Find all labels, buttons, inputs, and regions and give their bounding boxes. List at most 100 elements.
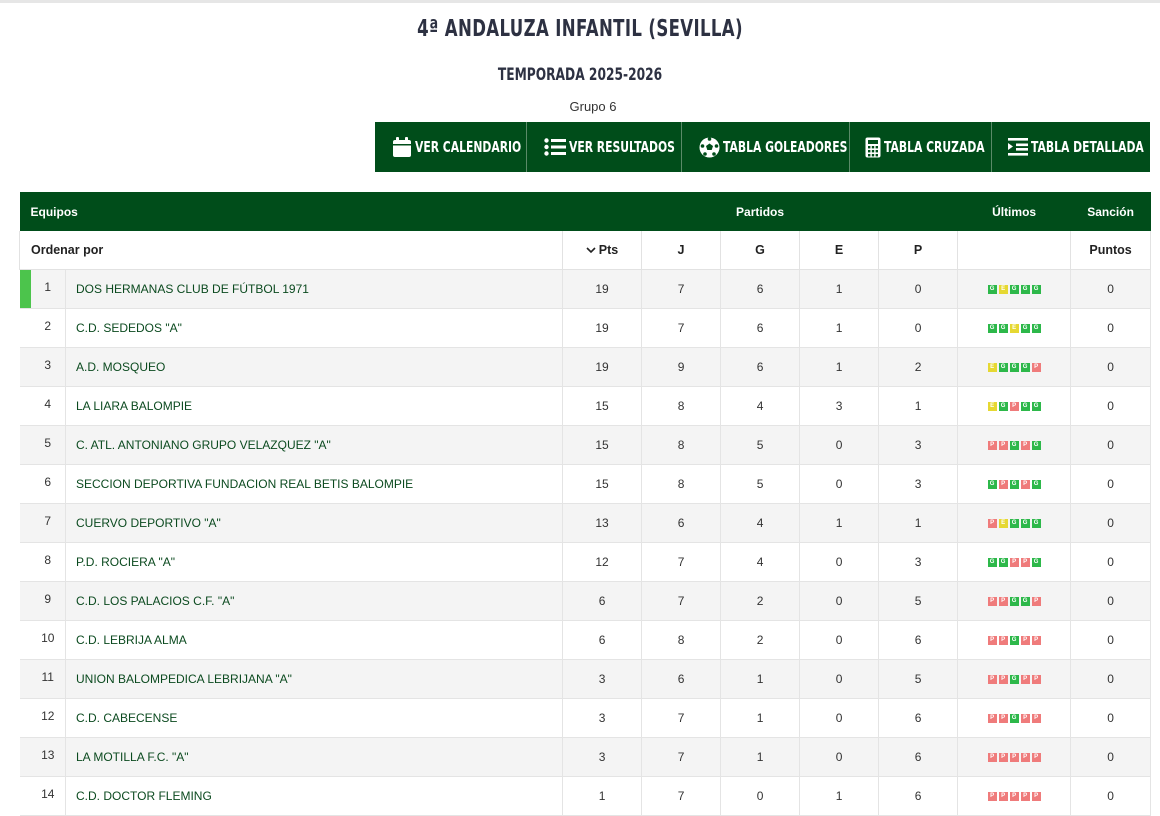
sanction-cell: 0 (1070, 386, 1152, 426)
chevron-down-icon (586, 246, 596, 253)
drawn-cell: 1 (799, 503, 880, 543)
result-badge: P (1020, 753, 1030, 763)
detailed-table-icon (1007, 138, 1028, 156)
sort-g-header[interactable]: G (720, 231, 801, 270)
team-name-link[interactable]: LA MOTILLA F.C. "A" (65, 737, 564, 777)
page-title: 4ª ANDALUZA INFANTIL (SEVILLA) (417, 16, 743, 42)
result-badge: G (998, 402, 1008, 412)
drawn-cell: 0 (799, 464, 880, 504)
result-badge: G (1020, 324, 1030, 334)
result-badge: G (1009, 285, 1019, 295)
team-name-link[interactable]: UNION BALOMPEDICA LEBRIJANA "A" (65, 659, 564, 699)
sort-j-header[interactable]: J (641, 231, 722, 270)
table-row: 1 DOS HERMANAS CLUB DE FÚTBOL 1971 19 7 6 1 0 G… (19, 269, 1152, 309)
position-cell: 14 (30, 776, 66, 816)
detailed-table-button[interactable]: TABLA DETALLADA (992, 122, 1150, 172)
last-results-cell: EGGGP (957, 347, 1072, 387)
points-cell: 3 (562, 737, 643, 777)
position-cell: 13 (30, 737, 66, 777)
sort-p-header[interactable]: P (878, 231, 959, 270)
result-badge: G (1009, 636, 1019, 646)
position-cell: 6 (30, 464, 66, 504)
sort-e-header[interactable]: E (799, 231, 880, 270)
team-name-link[interactable]: C.D. SEDEDOS "A" (65, 308, 564, 348)
drawn-cell: 0 (799, 737, 880, 777)
played-cell: 7 (641, 698, 722, 738)
result-badge: P (1031, 792, 1041, 802)
row-marker (19, 386, 31, 426)
result-badge: P (1020, 441, 1030, 451)
scorers-table-label: TABLA GOLEADORES (722, 138, 847, 156)
result-badge: G (1009, 480, 1019, 490)
result-badge: G (1020, 363, 1030, 373)
last-results-badges: PPGPP (987, 675, 1041, 685)
played-cell: 8 (641, 425, 722, 465)
result-badge: P (987, 597, 997, 607)
last-results-cell: GPGPG (957, 464, 1072, 504)
result-badge: P (998, 441, 1008, 451)
result-badge: G (1009, 714, 1019, 724)
team-name-link[interactable]: A.D. MOSQUEO (65, 347, 564, 387)
won-cell: 1 (720, 659, 801, 699)
points-cell: 15 (562, 386, 643, 426)
won-cell: 2 (720, 620, 801, 660)
calculator-icon (865, 137, 881, 157)
row-marker (19, 659, 31, 699)
result-badge: P (1020, 480, 1030, 490)
team-name-link[interactable]: C.D. DOCTOR FLEMING (65, 776, 564, 816)
row-marker (19, 581, 31, 621)
lost-cell: 3 (878, 542, 959, 582)
team-name-link[interactable]: LA LIARA BALOMPIE (65, 386, 564, 426)
view-results-button[interactable]: VER RESULTADOS (527, 122, 682, 172)
position-cell: 9 (30, 581, 66, 621)
drawn-cell: 1 (799, 269, 880, 309)
played-cell: 7 (641, 542, 722, 582)
view-calendar-button[interactable]: VER CALENDARIO (375, 122, 527, 172)
played-cell: 7 (641, 776, 722, 816)
scorers-table-button[interactable]: TABLA GOLEADORES (682, 122, 850, 172)
table-row: 7 CUERVO DEPORTIVO "A" 13 6 4 1 1 P E G G G 0 (19, 503, 1152, 543)
points-cell: 12 (562, 542, 643, 582)
detailed-table-label: TABLA DETALLADA (1030, 138, 1144, 156)
row-marker (19, 698, 31, 738)
points-cell: 3 (562, 698, 643, 738)
result-badge: P (1031, 675, 1041, 685)
last-results-badges: GEGGG (987, 285, 1041, 295)
result-badge: P (1009, 792, 1019, 802)
played-cell: 7 (641, 269, 722, 309)
result-badge: G (1020, 519, 1030, 529)
team-name-link[interactable]: DOS HERMANAS CLUB DE FÚTBOL 1971 (65, 269, 564, 309)
lost-cell: 0 (878, 269, 959, 309)
top-rule (0, 0, 1160, 3)
team-name-link[interactable]: CUERVO DEPORTIVO "A" (65, 503, 564, 543)
sanction-cell: 0 (1070, 698, 1152, 738)
sanction-cell: 0 (1070, 776, 1152, 816)
table-row: 4 LA LIARA BALOMPIE 15 8 4 3 1 E G P G G 0 (19, 386, 1152, 426)
sort-pts-header[interactable]: Pts (562, 231, 643, 270)
sanction-cell: 0 (1070, 503, 1152, 543)
last-results-badges: PEGGG (987, 519, 1041, 529)
result-badge: P (987, 519, 997, 529)
lost-cell: 2 (878, 347, 959, 387)
result-badge: P (1031, 636, 1041, 646)
team-name-link[interactable]: SECCION DEPORTIVA FUNDACION REAL BETIS B… (65, 464, 564, 504)
leader-marker (19, 269, 31, 309)
team-name-link[interactable]: P.D. ROCIERA "A" (65, 542, 564, 582)
last-results-cell: PPGPP (957, 659, 1072, 699)
played-cell: 8 (641, 464, 722, 504)
row-marker (19, 542, 31, 582)
team-name-link[interactable]: C.D. LEBRIJA ALMA (65, 620, 564, 660)
last-results-header: Últimos (957, 192, 1071, 231)
team-name-link[interactable]: C. ATL. ANTONIANO GRUPO VELAZQUEZ "A" (65, 425, 564, 465)
cross-table-button[interactable]: TABLA CRUZADA (850, 122, 992, 172)
position-cell: 3 (30, 347, 66, 387)
last-results-cell: PPGPP (957, 620, 1072, 660)
result-badge: P (1020, 792, 1030, 802)
played-cell: 7 (641, 308, 722, 348)
team-name-link[interactable]: C.D. CABECENSE (65, 698, 564, 738)
last-results-badges: EGPGG (987, 402, 1041, 412)
sort-points-header[interactable]: Puntos (1070, 231, 1152, 270)
last-results-badges: EGGGP (987, 363, 1041, 373)
team-name-link[interactable]: C.D. LOS PALACIOS C.F. "A" (65, 581, 564, 621)
won-cell: 6 (720, 347, 801, 387)
